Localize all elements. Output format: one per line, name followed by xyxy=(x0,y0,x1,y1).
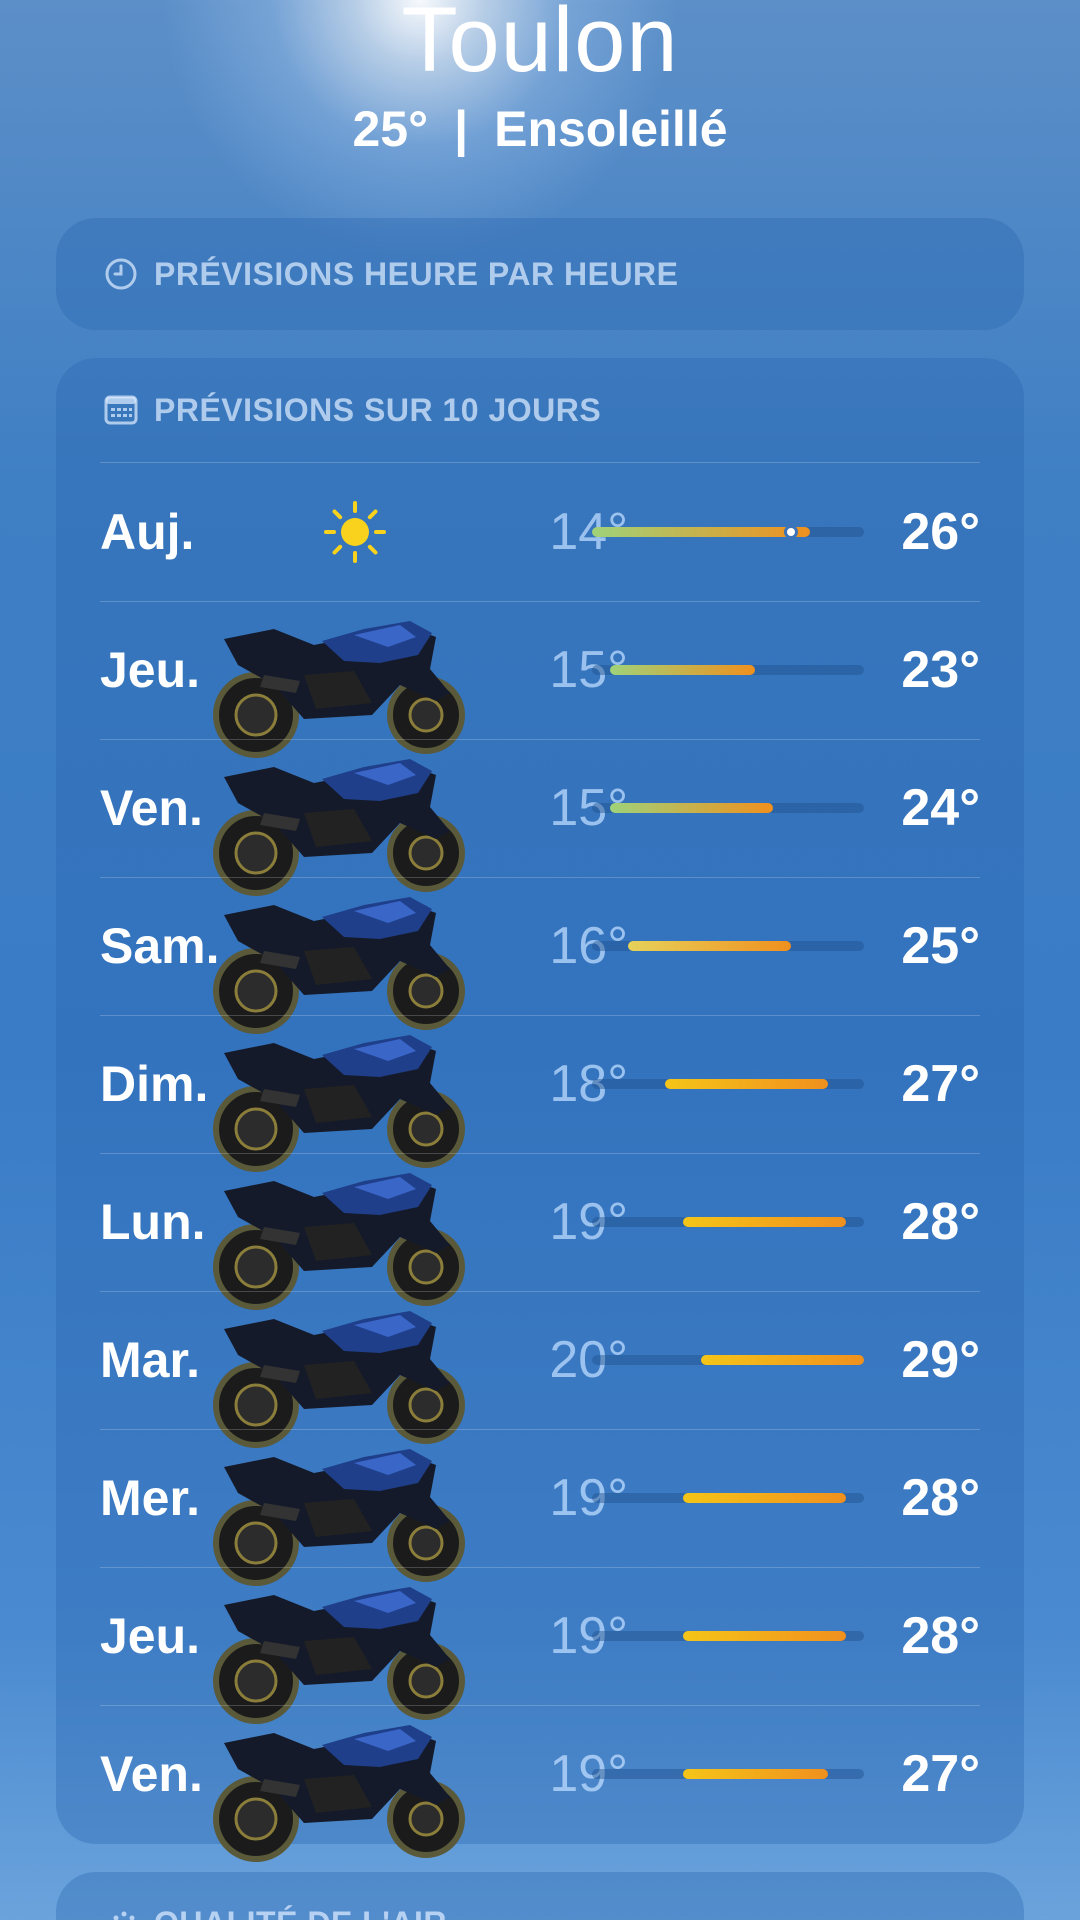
current-temperature: 25° xyxy=(352,101,429,157)
hourly-forecast-header: PRÉVISIONS HEURE PAR HEURE xyxy=(56,218,1024,330)
forecast-day-label: Auj. xyxy=(100,504,195,560)
hourly-forecast-title: PRÉVISIONS HEURE PAR HEURE xyxy=(154,255,679,292)
forecast-row[interactable]: Auj. 14° 26° xyxy=(56,463,1024,601)
temperature-range-bar xyxy=(592,1217,864,1227)
forecast-high-temp: 28° xyxy=(901,1607,980,1665)
air-quality-card[interactable]: QUALITÉ DE L'AIR xyxy=(56,1872,1024,1920)
calendar-icon xyxy=(102,391,140,429)
air-quality-icon xyxy=(102,1904,140,1920)
forecast-day-label: Ven. xyxy=(100,780,203,836)
forecast-rows: Auj. 14° 26° Jeu. 15° 23° Ven. 15° 24° Sam. 16° 25°… xyxy=(56,463,1024,1862)
temperature-range-fill xyxy=(682,1769,828,1779)
forecast-high-temp: 24° xyxy=(901,779,980,837)
forecast-day-label: Lun. xyxy=(100,1194,206,1250)
temperature-range-fill xyxy=(700,1355,864,1365)
temperature-range-fill xyxy=(682,1631,846,1641)
temperature-range-bar xyxy=(592,1631,864,1641)
forecast-day-label: Jeu. xyxy=(100,642,201,698)
forecast-day-label: Mar. xyxy=(100,1332,201,1388)
temperature-range-bar xyxy=(592,525,864,539)
forecast-high-temp: 27° xyxy=(901,1055,980,1113)
forecast-high-temp: 26° xyxy=(901,503,980,561)
temperature-range-fill xyxy=(628,941,792,951)
temperature-range-fill xyxy=(610,665,756,675)
forecast-row[interactable]: Mer. 19° 28° xyxy=(56,1429,1024,1586)
ten-day-forecast-card[interactable]: PRÉVISIONS SUR 10 JOURS Auj. 14° 26° Jeu. 15… xyxy=(56,358,1024,1862)
forecast-row[interactable]: Sam. 16° 25° xyxy=(56,877,1024,1034)
forecast-row[interactable]: Lun. 19° 28° xyxy=(56,1153,1024,1310)
city-name: Toulon xyxy=(401,0,679,91)
forecast-day-label: Sam. xyxy=(100,918,220,974)
temperature-range-bar xyxy=(592,665,864,675)
summary-separator: | xyxy=(454,101,469,157)
temperature-range-fill xyxy=(682,1217,846,1227)
temperature-range-bar xyxy=(592,1769,864,1779)
sun-icon xyxy=(318,495,392,569)
forecast-day-label: Ven. xyxy=(100,1746,203,1802)
air-quality-title: QUALITÉ DE L'AIR xyxy=(154,1905,447,1920)
forecast-row[interactable]: Jeu. 19° 28° xyxy=(56,1567,1024,1724)
temperature-range-fill xyxy=(664,1079,828,1089)
forecast-high-temp: 28° xyxy=(901,1193,980,1251)
forecast-high-temp: 25° xyxy=(901,917,980,975)
forecast-high-temp: 28° xyxy=(901,1469,980,1527)
air-quality-header: QUALITÉ DE L'AIR xyxy=(56,1872,1024,1920)
temperature-range-fill xyxy=(682,1493,846,1503)
temperature-range-fill xyxy=(610,803,774,813)
forecast-day-label: Dim. xyxy=(100,1056,209,1112)
current-condition: Ensoleillé xyxy=(494,101,728,157)
forecast-row[interactable]: Dim. 18° 27° xyxy=(56,1015,1024,1172)
temperature-range-bar xyxy=(592,1079,864,1089)
current-summary: 25° | Ensoleillé xyxy=(0,100,1080,158)
temperature-range-bar xyxy=(592,1493,864,1503)
temperature-range-bar xyxy=(592,803,864,813)
forecast-day-label: Mer. xyxy=(100,1470,201,1526)
forecast-high-temp: 23° xyxy=(901,641,980,699)
forecast-day-label: Jeu. xyxy=(100,1608,201,1664)
hourly-forecast-card[interactable]: PRÉVISIONS HEURE PAR HEURE xyxy=(56,218,1024,330)
ten-day-forecast-header: PRÉVISIONS SUR 10 JOURS xyxy=(56,358,1024,462)
temperature-range-bar xyxy=(592,1355,864,1365)
forecast-row[interactable]: Mar. 20° 29° xyxy=(56,1291,1024,1448)
clock-icon xyxy=(102,255,140,293)
motorcycle-image xyxy=(204,1719,476,1865)
forecast-row[interactable]: Jeu. 15° 23° xyxy=(56,601,1024,758)
temperature-range-fill xyxy=(592,527,810,537)
forecast-row[interactable]: Ven. 19° 27° xyxy=(56,1705,1024,1862)
ten-day-forecast-title: PRÉVISIONS SUR 10 JOURS xyxy=(154,391,602,428)
forecast-high-temp: 27° xyxy=(901,1745,980,1803)
temperature-range-bar xyxy=(592,941,864,951)
forecast-row[interactable]: Ven. 15° 24° xyxy=(56,739,1024,896)
forecast-high-temp: 29° xyxy=(901,1331,980,1389)
